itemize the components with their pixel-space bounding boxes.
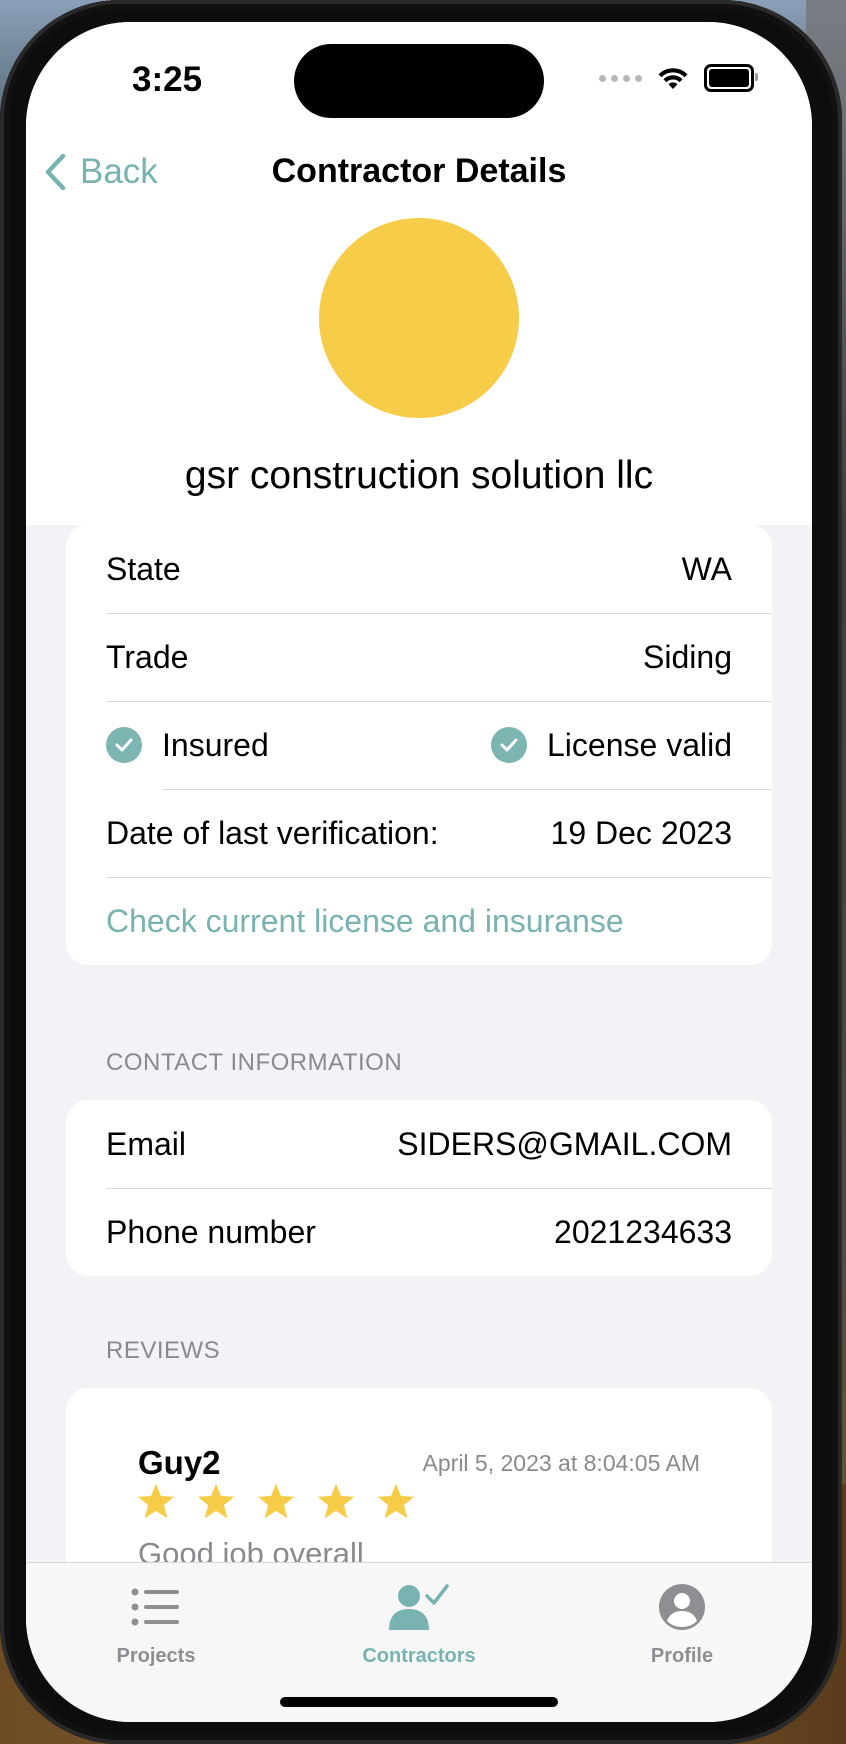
check-license-link[interactable]: Check current license and insuranse	[106, 903, 624, 940]
star-icon	[317, 1483, 355, 1519]
tab-profile-label: Profile	[650, 1645, 714, 1667]
back-button[interactable]: Back	[44, 152, 158, 192]
star-icon	[197, 1483, 235, 1519]
back-label: Back	[80, 152, 158, 191]
state-label: State	[106, 550, 181, 587]
home-indicator[interactable]	[280, 1697, 558, 1707]
cellular-signal-icon	[599, 74, 642, 82]
battery-icon	[704, 64, 758, 92]
email-label: Email	[106, 1125, 187, 1162]
star-icon	[257, 1483, 295, 1519]
wifi-icon	[658, 68, 688, 89]
trade-label: Trade	[106, 638, 189, 675]
email-row[interactable]: Email SIDERS@GMAIL.COM	[66, 1100, 772, 1188]
checkmark-icon	[491, 727, 527, 763]
trade-row: Trade Siding	[66, 613, 772, 701]
verification-status-row: Insured License valid	[66, 701, 772, 789]
person-circle-icon	[659, 1584, 705, 1630]
star-icon	[377, 1483, 415, 1519]
tab-profile[interactable]: Profile	[582, 1577, 782, 1668]
state-row: State WA	[66, 525, 772, 613]
star-icon	[137, 1483, 175, 1519]
phone-frame: 3:25 Contractor Details Back gsr constru…	[0, 0, 842, 1744]
insured-status: Insured	[106, 727, 269, 764]
status-icons	[599, 64, 758, 92]
insured-label: Insured	[162, 726, 269, 763]
tab-contractors-label: Contractors	[362, 1645, 476, 1667]
review-author: Guy2	[138, 1444, 221, 1481]
dynamic-island	[294, 44, 544, 118]
verification-date-row: Date of last verification: 19 Dec 2023	[66, 789, 772, 877]
app-screen: 3:25 Contractor Details Back gsr constru…	[26, 22, 812, 1722]
checkmark-icon	[106, 727, 142, 763]
trade-value: Siding	[643, 638, 732, 675]
check-license-row[interactable]: Check current license and insuranse	[66, 877, 772, 965]
tab-projects-label: Projects	[116, 1645, 196, 1667]
chevron-left-icon	[45, 153, 66, 191]
list-icon	[131, 1588, 179, 1626]
phone-row[interactable]: Phone number 2021234633	[66, 1188, 772, 1276]
review-date: April 5, 2023 at 8:04:05 AM	[422, 1450, 700, 1476]
license-status: License valid	[491, 727, 732, 764]
verification-date: 19 Dec 2023	[550, 814, 732, 851]
license-label: License valid	[547, 726, 732, 763]
tab-projects[interactable]: Projects	[56, 1577, 256, 1668]
details-card: State WA Trade Siding Insured License va…	[66, 525, 772, 965]
email-value[interactable]: SIDERS@GMAIL.COM	[397, 1126, 732, 1163]
contact-section-header: CONTACT INFORMATION	[106, 1049, 403, 1076]
phone-label: Phone number	[106, 1213, 316, 1250]
state-value: WA	[681, 550, 732, 587]
tab-contractors[interactable]: Contractors	[319, 1577, 519, 1668]
status-time: 3:25	[132, 60, 203, 99]
avatar	[319, 218, 519, 418]
verification-label: Date of last verification:	[106, 814, 439, 851]
phone-value[interactable]: 2021234633	[554, 1214, 732, 1251]
contractor-name: gsr construction solution llc	[184, 454, 654, 497]
person-check-icon	[389, 1584, 449, 1630]
reviews-section-header: REVIEWS	[106, 1337, 221, 1364]
review-rating	[136, 1482, 416, 1520]
contact-card: Email SIDERS@GMAIL.COM Phone number 2021…	[66, 1100, 772, 1276]
